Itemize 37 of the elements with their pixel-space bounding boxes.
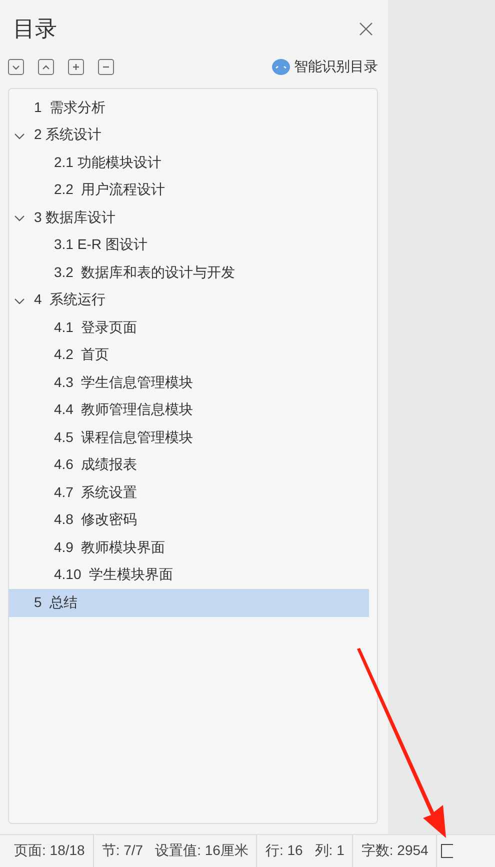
- toc-item[interactable]: 4.4 教师管理信息模块: [9, 396, 369, 424]
- robot-icon: [272, 59, 290, 75]
- chevron-down-icon[interactable]: [14, 130, 25, 140]
- toc-item[interactable]: 3.2 数据库和表的设计与开发: [9, 259, 369, 286]
- toc-item[interactable]: 4.10 学生模块界面: [9, 562, 369, 589]
- plus-button[interactable]: [68, 59, 84, 75]
- toc-item[interactable]: 4.2 首页: [9, 342, 369, 369]
- close-icon[interactable]: [359, 22, 373, 36]
- toc-item[interactable]: 5 总结: [9, 589, 369, 616]
- toc-item[interactable]: 1 需求分析: [9, 94, 369, 122]
- chevron-down-icon[interactable]: [14, 213, 25, 223]
- collapse-all-button[interactable]: [8, 59, 24, 75]
- toc-item[interactable]: 2.1 功能模块设计: [9, 149, 369, 176]
- toc-item[interactable]: 2 系统设计: [9, 122, 369, 149]
- status-text: 设置值: 16厘米: [155, 842, 248, 860]
- toc-item[interactable]: 4.9 教师模块界面: [9, 534, 369, 562]
- toc-item[interactable]: 3 数据库设计: [9, 204, 369, 232]
- toc-item[interactable]: 2.2 用户流程设计: [9, 176, 369, 204]
- smart-detect-button[interactable]: 智能识别目录: [272, 58, 378, 76]
- panel-title: 目录: [13, 15, 57, 43]
- toc-item[interactable]: 4.1 登录页面: [9, 314, 369, 342]
- status-text: 页面: 18/18: [14, 842, 85, 860]
- status-text: 节: 7/7: [102, 842, 144, 860]
- toc-item[interactable]: 4.5 课程信息管理模块: [9, 424, 369, 452]
- toc-item[interactable]: 4.8 修改密码: [9, 506, 369, 534]
- toc-item[interactable]: 4.3 学生信息管理模块: [9, 369, 369, 396]
- minus-button[interactable]: [98, 59, 114, 75]
- page-view-icon[interactable]: [441, 844, 454, 858]
- toc-item[interactable]: 4.6 成绩报表: [9, 452, 369, 479]
- status-text: 列: 1: [314, 842, 344, 860]
- toc-item[interactable]: 4.7 系统设置: [9, 479, 369, 506]
- toc-item[interactable]: 3.1 E-R 图设计: [9, 232, 369, 259]
- status-text: 行: 16: [265, 842, 303, 860]
- expand-up-button[interactable]: [38, 59, 54, 75]
- toc-item[interactable]: 4 系统运行: [9, 286, 369, 314]
- status-text: 字数: 2954: [361, 842, 428, 860]
- chevron-down-icon[interactable]: [14, 296, 25, 306]
